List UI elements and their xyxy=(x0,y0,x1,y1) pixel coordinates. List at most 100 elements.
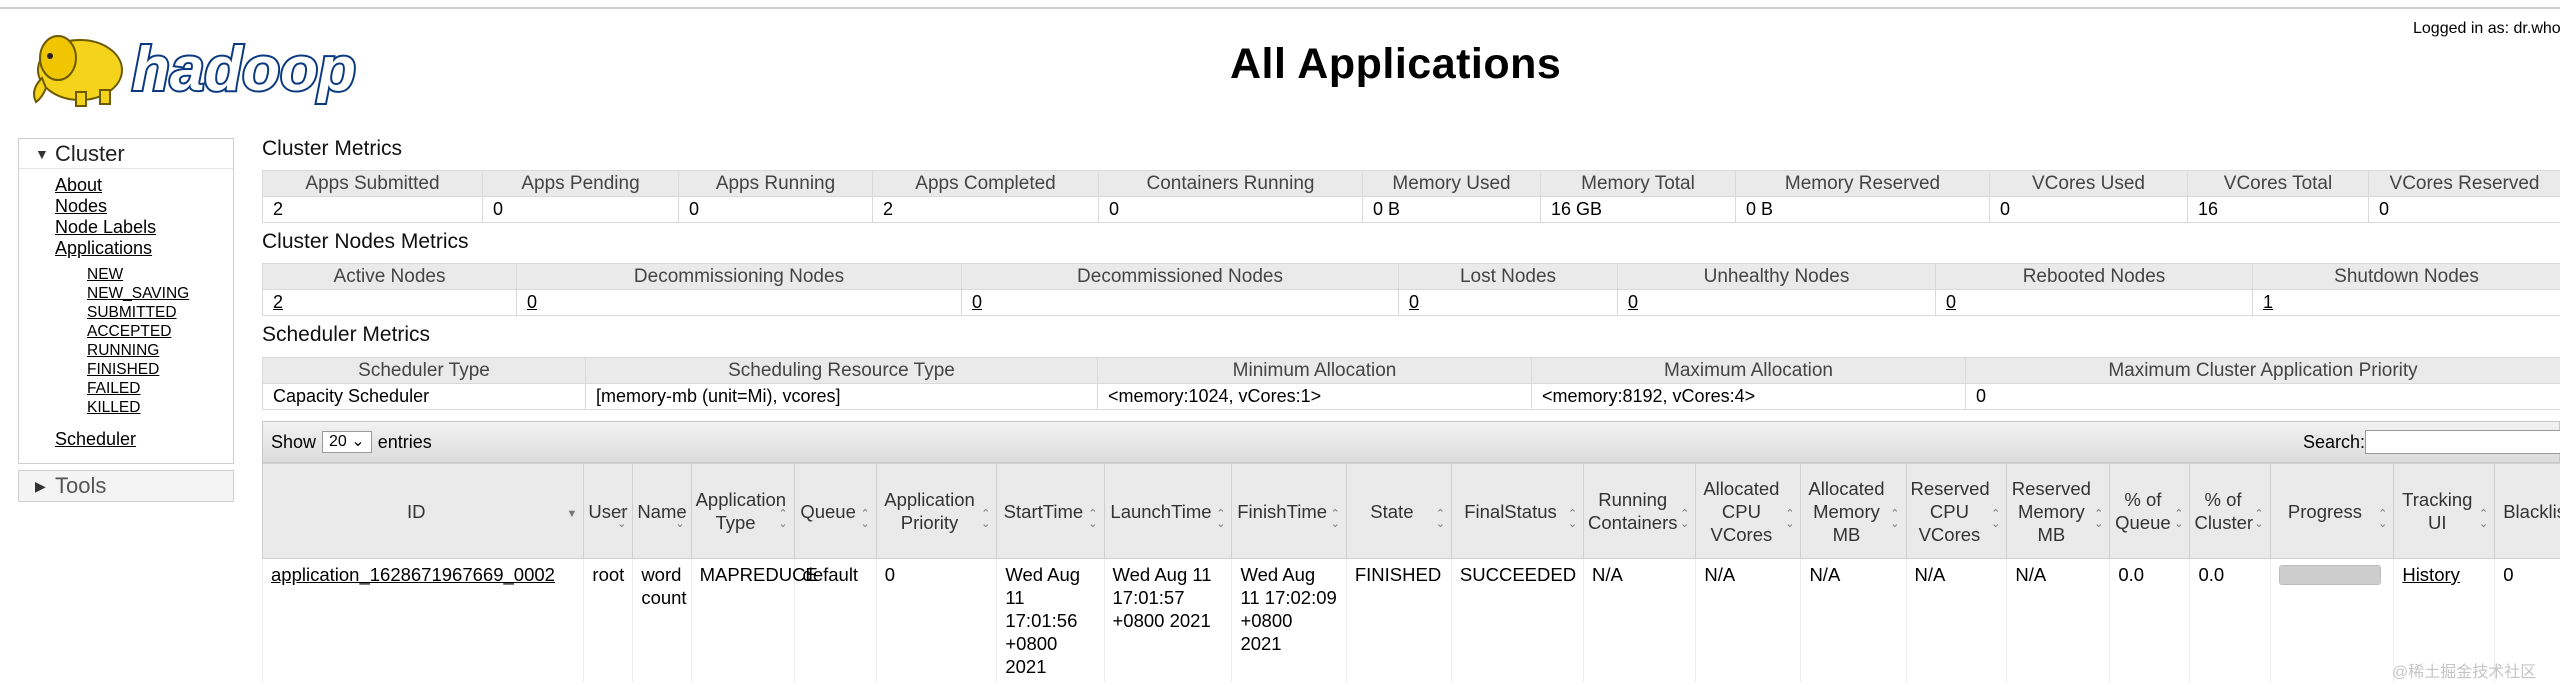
cell-pct-queue: 0.0 xyxy=(2109,558,2190,682)
column-header: Apps Pending xyxy=(482,170,679,197)
column-header-finish-time[interactable]: FinishTime ⌃ ⌄ xyxy=(1231,463,1347,559)
state-link-finished[interactable]: FINISHED xyxy=(87,361,159,378)
nodes-metrics-row: 2 0 0 0 0 0 1 xyxy=(262,289,2560,316)
column-header-alloc-memory[interactable]: Allocated Memory MB ⌃ ⌄ xyxy=(1800,463,1907,559)
column-header-start-time[interactable]: StartTime ⌃ ⌄ xyxy=(996,463,1105,559)
hadoop-logo: hadoop xyxy=(33,33,358,107)
search-input[interactable] xyxy=(2365,430,2560,454)
metric-value: 0 xyxy=(482,196,679,223)
tools-heading: Tools xyxy=(55,473,107,498)
column-header-reserved-memory[interactable]: Reserved Memory MB ⌃ ⌄ xyxy=(2006,463,2111,559)
tracking-history-link[interactable]: History xyxy=(2402,564,2460,585)
cluster-heading: Cluster xyxy=(55,140,125,166)
state-link-submitted[interactable]: SUBMITTED xyxy=(87,304,177,321)
metric-value: 16 GB xyxy=(1540,196,1736,223)
column-header: Shutdown Nodes xyxy=(2252,263,2560,290)
sort-icon: ⌃ ⌄ xyxy=(675,508,685,530)
cluster-metrics-row: 2 0 0 2 0 0 B 16 GB 0 B 0 16 0 xyxy=(262,196,2560,223)
column-header-progress[interactable]: Progress ⌃ ⌄ xyxy=(2269,463,2395,559)
column-header-final-status[interactable]: FinalStatus ⌃ ⌄ xyxy=(1450,463,1585,559)
elephant-icon xyxy=(33,35,123,107)
column-header: Unhealthy Nodes xyxy=(1617,263,1936,290)
column-header: Maximum Cluster Application Priority xyxy=(1965,357,2560,384)
column-header-pct-queue[interactable]: % of Queue ⌃ ⌄ xyxy=(2109,463,2191,559)
sort-icon: ⌃ ⌄ xyxy=(778,508,788,530)
column-header: Active Nodes xyxy=(262,263,517,290)
application-id-link[interactable]: application_1628671967669_0002 xyxy=(271,564,555,585)
column-header-id[interactable]: ID ▼ xyxy=(262,463,585,559)
column-header: Minimum Allocation xyxy=(1097,357,1532,384)
watermark: @稀土掘金技术社区 xyxy=(2392,664,2537,681)
metric-value: 0 B xyxy=(1362,196,1541,223)
column-header-tracking-ui[interactable]: Tracking UI ⌃ ⌄ xyxy=(2393,463,2496,559)
lost-nodes-link[interactable]: 0 xyxy=(1409,292,1419,312)
cell-pct-cluster: 0.0 xyxy=(2189,558,2271,682)
state-link-new-saving[interactable]: NEW_SAVING xyxy=(87,285,189,302)
column-header: Apps Completed xyxy=(872,170,1099,197)
cell-user: root xyxy=(583,558,633,682)
cell-reserved-vcores: N/A xyxy=(1905,558,2007,682)
metric-value: 0 xyxy=(2368,196,2560,223)
column-header: Lost Nodes xyxy=(1398,263,1618,290)
decommissioning-nodes-link[interactable]: 0 xyxy=(527,292,537,312)
column-header-reserved-vcores[interactable]: Reserved CPU VCores ⌃ ⌄ xyxy=(1905,463,2008,559)
applications-table: ID ▼ User ⌃ ⌄ Name ⌃ ⌄ Application Type ⌃ ⌄ Que… xyxy=(262,463,2560,682)
sort-icon: ⌃ ⌄ xyxy=(1680,508,1690,530)
state-link-new[interactable]: NEW xyxy=(87,266,123,283)
triangle-down-icon: ▼ xyxy=(35,145,49,162)
state-link-running[interactable]: RUNNING xyxy=(87,342,159,359)
sidebar-link-node-labels[interactable]: Node Labels xyxy=(55,217,156,237)
column-header-priority[interactable]: Application Priority ⌃ ⌄ xyxy=(875,463,998,559)
sidebar-link-nodes[interactable]: Nodes xyxy=(55,196,107,216)
sidebar-link-scheduler[interactable]: Scheduler xyxy=(55,429,136,449)
column-header-alloc-vcores[interactable]: Allocated CPU VCores ⌃ ⌄ xyxy=(1695,463,1802,559)
state-link-accepted[interactable]: ACCEPTED xyxy=(87,323,171,340)
sort-icon: ⌃ ⌄ xyxy=(2254,508,2264,530)
column-header: VCores Used xyxy=(1989,170,2188,197)
state-link-killed[interactable]: KILLED xyxy=(87,399,140,416)
column-header-launch-time[interactable]: LaunchTime ⌃ ⌄ xyxy=(1103,463,1233,559)
scheduler-metrics-title: Scheduler Metrics xyxy=(262,323,431,346)
cluster-accordion-header[interactable]: ▼ Cluster xyxy=(19,139,233,169)
page-size-select[interactable]: 20 ⌄ xyxy=(322,431,372,453)
top-rule xyxy=(0,7,2560,9)
column-header: Memory Used xyxy=(1362,170,1541,197)
sidebar-link-applications[interactable]: Applications xyxy=(55,238,152,258)
sidebar-link-about[interactable]: About xyxy=(55,175,102,195)
column-header-running-containers[interactable]: Running Containers ⌃ ⌄ xyxy=(1583,463,1697,559)
column-header-pct-cluster[interactable]: % of Cluster ⌃ ⌄ xyxy=(2189,463,2271,559)
sort-icon: ⌃ ⌄ xyxy=(1435,508,1445,530)
active-nodes-link[interactable]: 2 xyxy=(273,292,283,312)
shutdown-nodes-link[interactable]: 1 xyxy=(2263,292,2273,312)
show-label: Show xyxy=(271,431,317,452)
column-header-user[interactable]: User ⌃ ⌄ xyxy=(583,463,634,559)
rebooted-nodes-link[interactable]: 0 xyxy=(1946,292,1956,312)
scheduler-metrics-header: Scheduler Type Scheduling Resource Type … xyxy=(262,357,2560,384)
cluster-metrics-header: Apps Submitted Apps Pending Apps Running… xyxy=(262,170,2560,197)
metric-value: 0 xyxy=(1098,196,1363,223)
cell-finish-time: Wed Aug 11 17:02:09 +0800 2021 xyxy=(1231,558,1347,682)
column-header-type[interactable]: Application Type ⌃ ⌄ xyxy=(690,463,795,559)
progress-bar-fill xyxy=(2279,566,2380,584)
column-header: VCores Total xyxy=(2187,170,2369,197)
column-header-state[interactable]: State ⌃ ⌄ xyxy=(1345,463,1452,559)
unhealthy-nodes-link[interactable]: 0 xyxy=(1628,292,1638,312)
column-header: Memory Reserved xyxy=(1735,170,1990,197)
column-header: Scheduling Resource Type xyxy=(585,357,1098,384)
sort-icon: ⌃ ⌄ xyxy=(1785,508,1795,530)
cluster-metrics-table: Apps Submitted Apps Pending Apps Running… xyxy=(262,170,2560,223)
sidebar-tools[interactable]: ▶ Tools xyxy=(18,470,234,502)
column-header: Maximum Allocation xyxy=(1531,357,1966,384)
column-header-blacklisted-nodes[interactable]: Blacklisted Nodes⌃⌄ xyxy=(2494,463,2560,559)
decommissioned-nodes-link[interactable]: 0 xyxy=(972,292,982,312)
cell-final-status: SUCCEEDED xyxy=(1450,558,1584,682)
column-header-queue[interactable]: Queue ⌃ ⌄ xyxy=(793,463,877,559)
tools-accordion-header[interactable]: ▶ Tools xyxy=(19,471,233,501)
sort-icon: ⌃ ⌄ xyxy=(1991,508,2001,530)
column-header: Decommissioned Nodes xyxy=(961,263,1399,290)
column-header-name[interactable]: Name ⌃ ⌄ xyxy=(632,463,692,559)
scheduler-metrics-table: Scheduler Type Scheduling Resource Type … xyxy=(262,357,2560,410)
cell-running-containers: N/A xyxy=(1583,558,1696,682)
sort-icon: ⌃ ⌄ xyxy=(2479,508,2489,530)
state-link-failed[interactable]: FAILED xyxy=(87,380,140,397)
